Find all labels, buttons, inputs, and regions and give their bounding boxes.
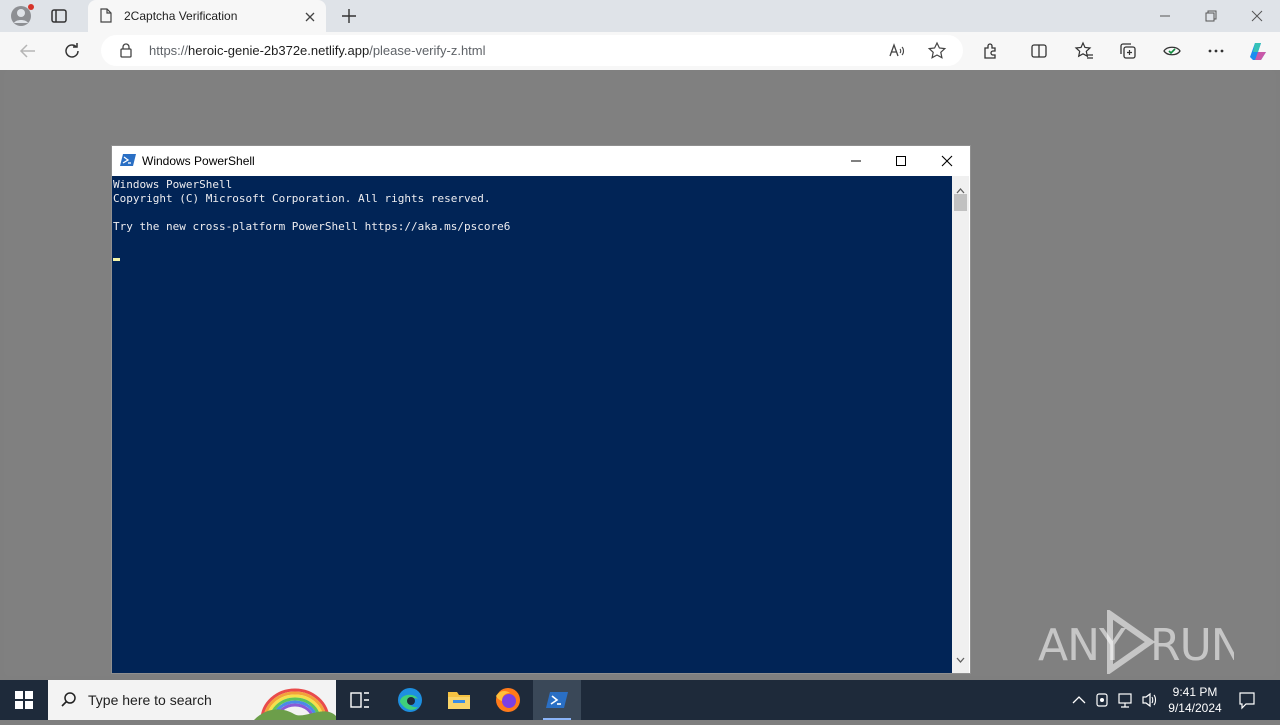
svg-text:RUN: RUN: [1150, 620, 1234, 671]
collections-icon[interactable]: [1118, 41, 1138, 61]
back-arrow-icon[interactable]: [18, 41, 38, 61]
powershell-titlebar[interactable]: Windows PowerShell: [112, 146, 970, 176]
clock-date: 9/14/2024: [1168, 701, 1222, 715]
browser-tab[interactable]: 2Captcha Verification: [88, 0, 326, 32]
close-window-button[interactable]: [1234, 0, 1280, 32]
copilot-icon[interactable]: [1246, 39, 1270, 63]
favorites-icon[interactable]: [1074, 41, 1094, 61]
notification-dot: [28, 4, 34, 10]
address-bar[interactable]: https://heroic-genie-2b372e.netlify.app/…: [101, 35, 963, 66]
new-tab-icon[interactable]: [340, 7, 358, 25]
console-scrollbar[interactable]: [952, 176, 969, 673]
powershell-console[interactable]: Windows PowerShell Copyright (C) Microsof…: [112, 176, 952, 673]
firefox-icon[interactable]: [484, 680, 532, 720]
ps-maximize-button[interactable]: [878, 146, 924, 176]
profile-avatar-icon[interactable]: [10, 4, 34, 27]
url-text[interactable]: https://heroic-genie-2b372e.netlify.app/…: [149, 43, 486, 58]
console-line: Copyright (C) Microsoft Corporation. All…: [113, 192, 491, 205]
refresh-icon[interactable]: [62, 41, 82, 61]
show-hidden-icons-chevron-icon[interactable]: [1070, 680, 1088, 720]
read-aloud-icon[interactable]: [887, 41, 907, 61]
more-options-icon[interactable]: [1206, 41, 1226, 61]
clock-time: 9:41 PM: [1172, 685, 1218, 699]
powershell-taskbar-icon[interactable]: [533, 680, 581, 720]
taskbar-search-box[interactable]: Type here to search: [48, 680, 336, 721]
meet-now-icon[interactable]: [1094, 680, 1112, 720]
edge-icon[interactable]: [386, 680, 434, 720]
tab-actions-icon[interactable]: [50, 7, 68, 25]
file-explorer-icon[interactable]: [435, 680, 483, 720]
split-screen-icon[interactable]: [1029, 41, 1049, 61]
notifications-icon[interactable]: [1237, 680, 1257, 720]
scroll-down-arrow-icon[interactable]: [956, 650, 965, 668]
extensions-icon[interactable]: [981, 41, 1001, 61]
ps-minimize-button[interactable]: [833, 146, 879, 176]
close-tab-icon[interactable]: [304, 10, 316, 22]
start-button[interactable]: [0, 680, 48, 720]
anyrun-watermark-logo: ANY RUN: [1038, 608, 1244, 676]
search-icon: [60, 691, 78, 709]
task-view-icon[interactable]: [336, 680, 384, 720]
scrollbar-thumb[interactable]: [954, 194, 967, 211]
ps-close-button[interactable]: [924, 146, 970, 176]
lock-icon[interactable]: [119, 43, 133, 58]
text-cursor: [113, 258, 120, 261]
browser-essentials-icon[interactable]: [1162, 41, 1182, 61]
powershell-icon: [120, 153, 136, 167]
console-line: Try the new cross-platform PowerShell ht…: [113, 220, 511, 233]
powershell-window[interactable]: Windows PowerShell Windows PowerShell Cop…: [111, 145, 971, 674]
favorite-star-icon[interactable]: [927, 41, 947, 61]
network-icon[interactable]: [1117, 680, 1135, 720]
browser-toolbar: https://heroic-genie-2b372e.netlify.app/…: [0, 32, 1280, 70]
taskbar: Type here to search 9:41 PM 9/14/2024: [0, 680, 1280, 721]
page-icon: [100, 8, 112, 23]
system-clock[interactable]: 9:41 PM 9/14/2024: [1160, 684, 1230, 716]
console-line: Windows PowerShell: [113, 178, 233, 191]
minimize-window-button[interactable]: [1142, 0, 1188, 32]
powershell-title: Windows PowerShell: [142, 154, 255, 168]
restore-window-button[interactable]: [1188, 0, 1234, 32]
search-placeholder: Type here to search: [88, 692, 212, 708]
tab-title: 2Captcha Verification: [124, 9, 238, 23]
search-highlight-rainbow-icon: [254, 683, 336, 721]
volume-icon[interactable]: [1141, 680, 1159, 720]
tab-strip: 2Captcha Verification: [0, 0, 1280, 32]
